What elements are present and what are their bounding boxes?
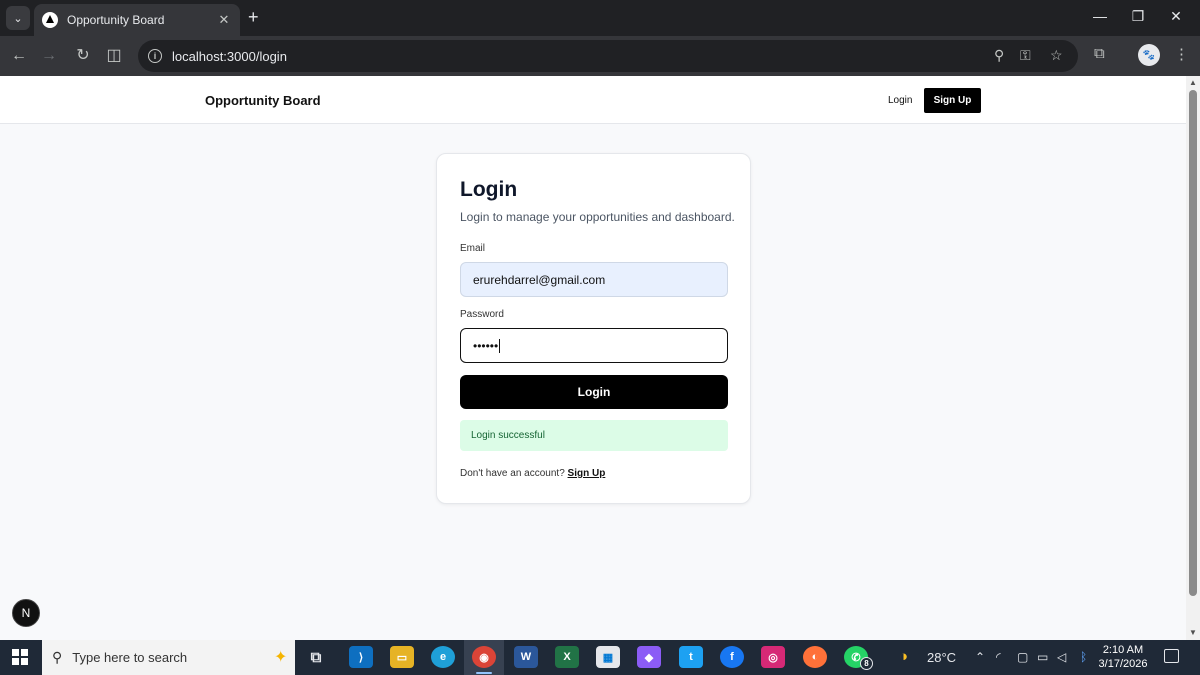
facebook-icon[interactable]: f bbox=[720, 646, 744, 668]
clock-date: 3/17/2026 bbox=[1098, 658, 1148, 670]
browser-toolbar: ← → ↻ ◫ i localhost:3000/login ⚲ ⚿ ☆ ⧉ 🐾… bbox=[0, 36, 1200, 76]
close-window-button[interactable]: ✕ bbox=[1166, 8, 1186, 25]
login-card: Login Login to manage your opportunities… bbox=[436, 153, 751, 504]
password-key-icon[interactable]: ⚿ bbox=[1020, 47, 1031, 64]
vscode-icon[interactable]: ⟩ bbox=[349, 646, 373, 668]
success-message: Login successful bbox=[471, 430, 545, 441]
instagram-icon[interactable]: ◎ bbox=[761, 646, 785, 668]
task-view-icon[interactable]: ⧉ bbox=[304, 646, 328, 668]
whatsapp-badge: 8 bbox=[860, 657, 873, 670]
password-value: •••••• bbox=[473, 338, 499, 353]
copilot-icon[interactable]: ◆ bbox=[637, 646, 661, 668]
search-icon: ⚲ bbox=[52, 649, 63, 665]
login-title: Login bbox=[460, 178, 518, 201]
nav-login-link[interactable]: Login bbox=[888, 95, 912, 106]
tab-search-icon[interactable]: ⌄ bbox=[6, 6, 30, 30]
tab-title: Opportunity Board bbox=[67, 13, 165, 27]
url-text[interactable]: localhost:3000/login bbox=[172, 49, 287, 64]
site-info-icon[interactable]: i bbox=[148, 49, 162, 63]
menu-kebab-icon[interactable]: ⋮ bbox=[1174, 45, 1189, 63]
forward-arrow-icon[interactable]: → bbox=[38, 45, 60, 67]
site-brand[interactable]: Opportunity Board bbox=[205, 93, 321, 108]
email-value: erurehdarrel@gmail.com bbox=[473, 272, 606, 287]
wifi-icon[interactable]: ◜ bbox=[996, 650, 1001, 664]
battery-icon[interactable]: ▭ bbox=[1037, 650, 1048, 664]
notification-icon[interactable] bbox=[1164, 649, 1179, 663]
taskbar-search[interactable]: ⚲ Type here to search ✦ bbox=[42, 640, 295, 675]
copilot-sparkle-icon: ✦ bbox=[274, 649, 288, 666]
zoom-icon[interactable]: ⚲ bbox=[994, 47, 1004, 64]
split-view-icon[interactable]: ◫ bbox=[103, 45, 125, 67]
scroll-down-icon[interactable]: ▼ bbox=[1189, 628, 1197, 637]
address-bar[interactable]: i localhost:3000/login ⚲ ⚿ ☆ bbox=[138, 40, 1078, 72]
store-icon[interactable]: ▦ bbox=[596, 646, 620, 668]
bluetooth-icon[interactable]: ᛒ bbox=[1080, 650, 1087, 664]
tab-favicon-icon bbox=[42, 12, 58, 28]
browser-tab[interactable]: Opportunity Board ✕ bbox=[34, 4, 240, 36]
file-explorer-icon[interactable]: ▭ bbox=[390, 646, 414, 668]
signup-prompt-text: Don't have an account? bbox=[460, 468, 565, 479]
scroll-thumb[interactable] bbox=[1189, 90, 1197, 596]
word-icon[interactable]: W bbox=[514, 646, 538, 668]
success-alert: Login successful bbox=[460, 420, 728, 451]
clock-time: 2:10 AM bbox=[1102, 644, 1144, 656]
login-subtitle: Login to manage your opportunities and d… bbox=[460, 210, 735, 224]
page-viewport: Opportunity Board Login Sign Up Login Lo… bbox=[0, 76, 1186, 640]
volume-icon[interactable]: ◁ bbox=[1057, 650, 1066, 664]
extensions-icon[interactable]: ⧉ bbox=[1094, 45, 1105, 62]
weather-icon[interactable]: ◑ bbox=[899, 648, 908, 665]
nextjs-dev-badge[interactable]: N bbox=[12, 599, 40, 627]
signup-prompt: Don't have an account? Sign Up bbox=[460, 468, 605, 479]
excel-icon[interactable]: X bbox=[555, 646, 579, 668]
profile-icon[interactable]: 🐾 bbox=[1138, 44, 1160, 66]
reload-icon[interactable]: ↻ bbox=[72, 45, 94, 67]
tab-close-icon[interactable]: ✕ bbox=[216, 12, 232, 28]
browser-tabbar: ⌄ Opportunity Board ✕ + — ❐ ✕ bbox=[0, 0, 1200, 36]
back-arrow-icon[interactable]: ← bbox=[8, 45, 30, 67]
password-label: Password bbox=[460, 309, 504, 320]
weather-temp[interactable]: 28°C bbox=[927, 650, 956, 665]
email-field[interactable]: erurehdarrel@gmail.com bbox=[460, 262, 728, 297]
chrome-icon[interactable]: ◉ bbox=[472, 646, 496, 668]
email-label: Email bbox=[460, 243, 486, 254]
password-field[interactable]: •••••• bbox=[460, 328, 728, 363]
taskbar-clock[interactable]: 2:10 AM 3/17/2026 bbox=[1098, 643, 1148, 671]
signup-link[interactable]: Sign Up bbox=[568, 468, 606, 479]
site-header: Opportunity Board Login Sign Up bbox=[0, 76, 1186, 124]
minimize-button[interactable]: — bbox=[1090, 8, 1110, 24]
page-scrollbar[interactable]: ▲ ▼ bbox=[1186, 76, 1200, 640]
login-submit-button[interactable]: Login bbox=[460, 375, 728, 409]
firefox-icon[interactable]: ◐ bbox=[803, 646, 827, 668]
windows-start-icon[interactable] bbox=[12, 649, 28, 665]
tray-chevron-icon[interactable]: ⌃ bbox=[975, 650, 985, 664]
edge-icon[interactable]: e bbox=[431, 646, 455, 668]
windows-taskbar: ⚲ Type here to search ✦ ⧉ ⟩ ▭ e ◉ W X ▦ … bbox=[0, 640, 1200, 675]
text-caret bbox=[499, 338, 501, 353]
new-tab-button[interactable]: + bbox=[248, 7, 259, 27]
nav-signup-button[interactable]: Sign Up bbox=[924, 88, 981, 113]
restore-button[interactable]: ❐ bbox=[1128, 8, 1148, 25]
scroll-up-icon[interactable]: ▲ bbox=[1189, 78, 1197, 87]
bookmark-star-icon[interactable]: ☆ bbox=[1050, 47, 1063, 64]
taskbar-search-placeholder: Type here to search bbox=[72, 650, 188, 665]
meet-icon[interactable]: ▢ bbox=[1017, 650, 1028, 664]
twitter-icon[interactable]: t bbox=[679, 646, 703, 668]
chrome-active-indicator bbox=[476, 672, 492, 674]
